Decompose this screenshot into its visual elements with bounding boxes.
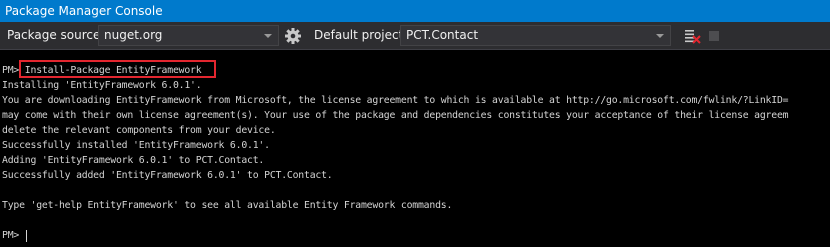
console-output[interactable]: PM> Install-Package EntityFramework Inst… — [0, 50, 830, 247]
default-project-label: Default project: — [314, 28, 408, 42]
clear-console-icon[interactable] — [683, 27, 701, 45]
title-bar: Package Manager Console — [0, 0, 830, 22]
default-project-dropdown[interactable]: PCT.Contact — [400, 25, 671, 46]
console-line: Adding 'EntityFramework 6.0.1' to PCT.Co… — [2, 155, 265, 166]
console-line: You are downloading EntityFramework from… — [2, 95, 789, 106]
toolbar: Package source: nuget.org Default projec… — [0, 22, 830, 50]
console-line: Successfully added 'EntityFramework 6.0.… — [2, 170, 333, 181]
console-line: delete the relevant components from your… — [2, 125, 276, 136]
console-line: Successfully installed 'EntityFramework … — [2, 140, 270, 151]
text-cursor — [26, 230, 27, 242]
gear-icon[interactable] — [284, 27, 302, 45]
chevron-down-icon — [264, 34, 272, 38]
console-prompt: PM> — [2, 230, 25, 241]
stop-icon[interactable] — [709, 31, 719, 41]
console-line: Installing 'EntityFramework 6.0.1'. — [2, 80, 202, 91]
window-title: Package Manager Console — [5, 4, 163, 18]
default-project-value: PCT.Contact — [406, 28, 479, 42]
package-source-value: nuget.org — [104, 28, 163, 42]
console-line: Type 'get-help EntityFramework' to see a… — [2, 200, 453, 211]
package-source-dropdown[interactable]: nuget.org — [98, 25, 279, 46]
console-line: may come with their own license agreemen… — [2, 110, 789, 121]
command-highlight-box — [19, 60, 216, 78]
package-source-label: Package source: — [7, 28, 105, 42]
chevron-down-icon — [656, 34, 664, 38]
